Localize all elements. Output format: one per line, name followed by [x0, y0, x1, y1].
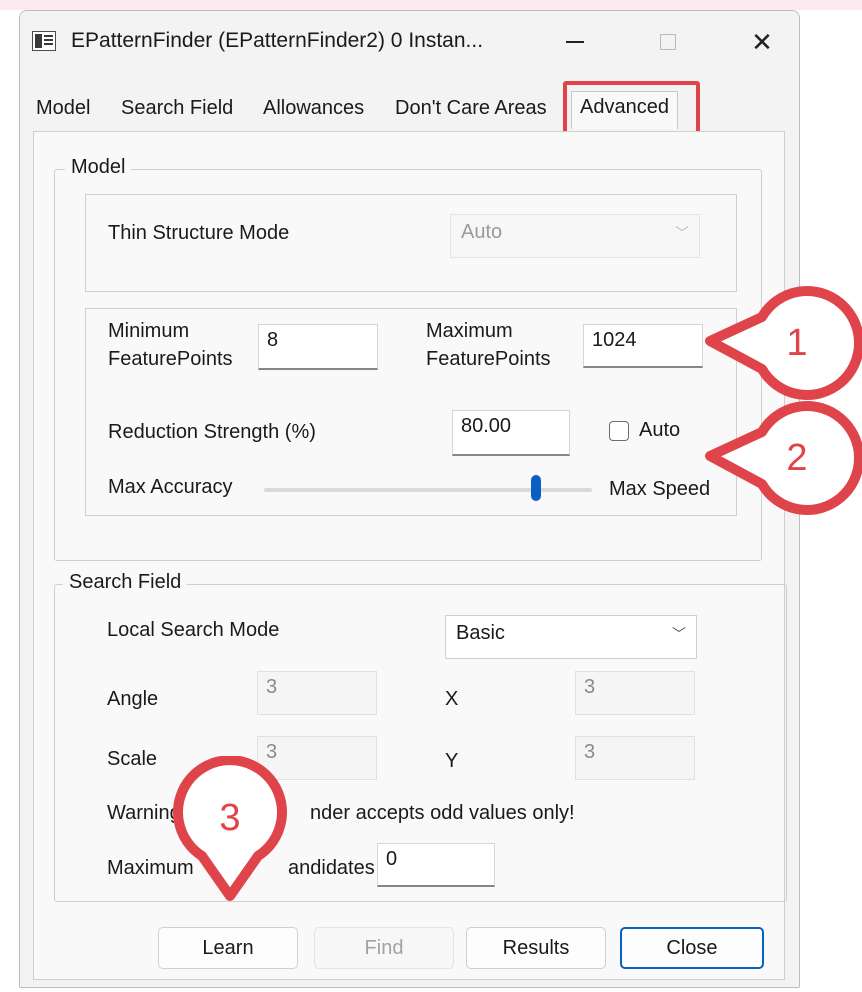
app-window-icon [32, 31, 56, 51]
thin-structure-select: Auto ﹀ [450, 214, 700, 258]
page-top-strip [0, 0, 862, 10]
tab-dont-care-areas[interactable]: Don't Care Areas [395, 97, 547, 120]
min-featurepoints-label: Minimum FeaturePoints [108, 317, 233, 373]
maximize-button[interactable] [648, 25, 688, 59]
callout-marker-1: 1 [705, 286, 862, 400]
minimize-button[interactable] [555, 25, 595, 59]
min-featurepoints-label-line2: FeaturePoints [108, 348, 233, 370]
callout-marker-2: 2 [705, 401, 862, 515]
reduction-strength-input[interactable]: 80.00 [452, 410, 570, 456]
callout-number-2: 2 [786, 437, 807, 479]
find-button: Find [314, 927, 454, 969]
feature-points-panel: Minimum FeaturePoints 8 Maximum FeatureP… [85, 308, 737, 516]
maximize-icon [660, 34, 676, 50]
results-button[interactable]: Results [466, 927, 606, 969]
x-label: X [445, 688, 459, 710]
max-accuracy-label: Max Accuracy [108, 476, 233, 498]
accuracy-speed-slider-thumb[interactable] [531, 475, 542, 501]
learn-button[interactable]: Learn [158, 927, 298, 969]
minimize-icon [566, 41, 584, 43]
local-search-mode-label: Local Search Mode [107, 619, 280, 641]
close-window-button[interactable]: ✕ [742, 25, 782, 59]
max-candidates-label-end: andidates [288, 857, 375, 879]
max-speed-label: Max Speed [609, 478, 711, 500]
y-label: Y [445, 750, 459, 772]
model-group: Model Thin Structure Mode Auto ﹀ Minimum… [54, 156, 762, 561]
dialog-window: EPatternFinder (EPatternFinder2) 0 Insta… [19, 10, 800, 988]
thin-structure-label: Thin Structure Mode [108, 222, 290, 244]
chevron-down-icon: ﹀ [672, 626, 686, 642]
auto-checkbox[interactable] [609, 421, 629, 441]
local-search-mode-select[interactable]: Basic ﹀ [445, 615, 697, 659]
max-featurepoints-label-line1: Maximum [426, 320, 513, 342]
max-featurepoints-input[interactable]: 1024 [583, 324, 703, 368]
callout-marker-3: 3 [173, 756, 287, 901]
title-bar: EPatternFinder (EPatternFinder2) 0 Insta… [20, 11, 799, 75]
auto-checkbox-label: Auto [639, 419, 681, 441]
max-featurepoints-label-line2: FeaturePoints [426, 348, 551, 370]
local-search-mode-value: Basic [456, 622, 505, 644]
max-featurepoints-label: Maximum FeaturePoints [426, 317, 551, 373]
chevron-down-icon: ﹀ [675, 225, 689, 241]
tab-model[interactable]: Model [36, 97, 90, 120]
min-featurepoints-label-line1: Minimum [108, 320, 190, 342]
y-input: 3 [575, 736, 695, 780]
window-title: EPatternFinder (EPatternFinder2) 0 Insta… [71, 29, 484, 52]
min-featurepoints-input[interactable]: 8 [258, 324, 378, 370]
x-input: 3 [575, 671, 695, 715]
max-candidates-input[interactable]: 0 [377, 843, 495, 887]
warning-text-end: nder accepts odd values only! [310, 802, 575, 824]
close-button[interactable]: Close [620, 927, 764, 969]
search-field-group: Search Field Local Search Mode Basic ﹀ A… [54, 571, 787, 902]
reduction-strength-label: Reduction Strength (%) [108, 421, 316, 443]
search-field-group-legend: Search Field [63, 571, 188, 594]
scale-label: Scale [107, 748, 158, 770]
close-icon: ✕ [751, 27, 773, 57]
thin-structure-value: Auto [461, 221, 503, 243]
model-group-legend: Model [65, 156, 132, 179]
advanced-tab-highlight [563, 81, 700, 135]
advanced-tab-page: Model Thin Structure Mode Auto ﹀ Minimum… [33, 131, 787, 980]
tab-search-field[interactable]: Search Field [121, 97, 233, 120]
angle-input: 3 [257, 671, 377, 715]
thin-structure-panel: Thin Structure Mode Auto ﹀ [85, 194, 737, 292]
accuracy-speed-slider-track[interactable] [264, 488, 592, 492]
angle-label: Angle [107, 688, 159, 710]
callout-number-1: 1 [786, 322, 807, 364]
tab-allowances[interactable]: Allowances [263, 97, 364, 120]
callout-number-3: 3 [219, 797, 240, 839]
